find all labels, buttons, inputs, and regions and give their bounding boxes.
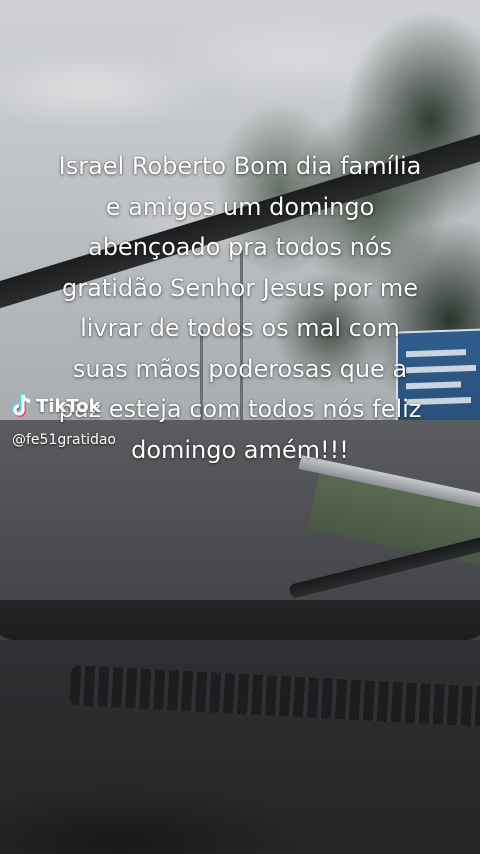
caption-line: livrar de todos os mal com <box>80 314 400 342</box>
creator-handle: @fe51gratidao <box>12 432 116 448</box>
caption-line: Israel Roberto Bom dia família <box>58 152 422 180</box>
caption-line: abençoado pra todos nós <box>87 233 393 261</box>
tiktok-logo-icon <box>12 394 31 417</box>
tiktok-brand-label: TikTok <box>36 395 101 417</box>
caption-line: suas mãos poderosas que a <box>72 354 408 383</box>
tiktok-watermark: TikTok <box>12 393 101 419</box>
caption-line: gratidão Senhor Jesus por me <box>62 273 418 302</box>
video-caption: Israel Roberto Bom dia família e amigos … <box>30 146 450 470</box>
caption-line: e amigos um domingo <box>105 192 375 221</box>
dashboard-shadow <box>0 720 480 854</box>
